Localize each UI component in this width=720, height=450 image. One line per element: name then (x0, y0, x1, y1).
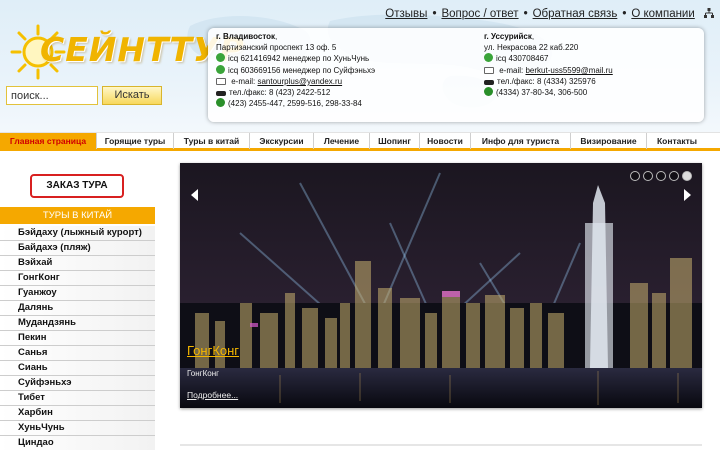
nav-item-china-tours[interactable]: Туры в китай (174, 133, 250, 149)
image-slider: ГонгКонг ГонгКонг Подробнее... (180, 163, 702, 408)
sidebar-item-tibet[interactable]: Тибет (0, 391, 155, 406)
address: Партизанский проспект 13 оф. 5 (216, 43, 337, 53)
mail-icon (216, 77, 226, 85)
sidebar-list: Бэйдаху (лыжный курорт) Байдахэ (пляж) В… (0, 226, 155, 450)
icq-icon (216, 64, 225, 74)
icq-number: icq 603669156 менеджер по Суйфэньхэ (228, 65, 376, 75)
phone-fax: тел./факс: 8 (4334) 325976 (497, 76, 596, 86)
icq-number: icq 621416942 менеджер по ХуньЧунь (228, 54, 370, 64)
phone-icon (216, 98, 225, 108)
search-button[interactable]: Искать (102, 86, 162, 105)
content-divider (180, 444, 702, 446)
search-input[interactable] (6, 86, 98, 105)
nav-item-home[interactable]: Главная страница (0, 133, 97, 149)
nav-item-hot-tours[interactable]: Горящие туры (97, 133, 174, 149)
email-link[interactable]: santourplus@yandex.ru (257, 77, 342, 86)
nav-item-news[interactable]: Новости (420, 133, 471, 149)
email-label: e-mail: (499, 65, 524, 75)
sidebar-item-dalian[interactable]: Далянь (0, 301, 155, 316)
sidebar-item-weihai[interactable]: Вэйхай (0, 256, 155, 271)
sidebar-item-beijing[interactable]: Пекин (0, 331, 155, 346)
header: СЕЙНТТУР Искать Отзывы•Вопрос / ответ•Об… (0, 0, 720, 132)
contacts-ussuriysk: г. Уссурийск, ул. Некрасова 22 каб.220 i… (484, 32, 613, 98)
sidebar-item-qingdao[interactable]: Циндао (0, 436, 155, 450)
sidebar-item-hunchun[interactable]: ХуньЧунь (0, 421, 155, 436)
hongkong-night-skyline-image[interactable] (180, 163, 702, 408)
city-name: г. Уссурийск (484, 32, 532, 41)
city-name: г. Владивосток (216, 32, 276, 41)
sidebar-item-suifenhe[interactable]: Суйфэньхэ (0, 376, 155, 391)
contacts-vladivostok: г. Владивосток, Партизанский проспект 13… (216, 32, 376, 109)
address: ул. Некрасова 22 каб.220 (484, 43, 579, 53)
slider-pagination (630, 171, 692, 181)
slider-dot[interactable] (656, 171, 666, 181)
slider-dot[interactable] (630, 171, 640, 181)
mail-icon (484, 66, 494, 74)
sidebar-item-hongkong[interactable]: ГонгКонг (0, 271, 155, 286)
nav-item-contacts[interactable]: Контакты (647, 133, 707, 149)
sidebar-item-xian[interactable]: Сиань (0, 361, 155, 376)
nav-item-visa[interactable]: Визирование (571, 133, 647, 149)
nav-item-excursions[interactable]: Экскурсии (250, 133, 314, 149)
order-tour-button[interactable]: ЗАКАЗ ТУРА (30, 174, 124, 198)
top-link-reviews[interactable]: Отзывы (385, 8, 427, 20)
sidebar-item-guangzhou[interactable]: Гуанжоу (0, 286, 155, 301)
slider-dot[interactable] (643, 171, 653, 181)
sitemap-icon[interactable] (704, 8, 714, 18)
icq-number: icq 430708467 (496, 54, 549, 64)
nav-item-treatment[interactable]: Лечение (314, 133, 370, 149)
sidebar-item-harbin[interactable]: Харбин (0, 406, 155, 421)
slider-dot-active[interactable] (682, 171, 692, 181)
icq-icon (216, 53, 225, 63)
slide-title-link[interactable]: ГонгКонг (187, 343, 239, 358)
email-link[interactable]: berkut-uss5599@mail.ru (525, 66, 612, 75)
sidebar-heading: ТУРЫ В КИТАЙ (0, 207, 155, 224)
slide-subtitle: ГонгКонг (187, 369, 220, 378)
slider-dot[interactable] (669, 171, 679, 181)
sidebar-item-mudanjiang[interactable]: Мудандзянь (0, 316, 155, 331)
main-nav: Главная страница Горящие туры Туры в кит… (0, 132, 720, 151)
phone-fax: тел./факс: 8 (423) 2422-512 (229, 88, 331, 98)
slide-more-link[interactable]: Подробнее... (187, 390, 238, 400)
sidebar-item-sanya[interactable]: Санья (0, 346, 155, 361)
phones: (4334) 37-80-34, 306-500 (496, 88, 588, 98)
email-label: e-mail: (231, 76, 256, 86)
fax-icon (216, 91, 226, 97)
top-link-faq[interactable]: Вопрос / ответ (441, 8, 518, 20)
top-link-feedback[interactable]: Обратная связь (533, 8, 618, 20)
slider-next-arrow-icon[interactable] (680, 188, 694, 202)
fax-icon (484, 79, 494, 85)
phone-icon (484, 87, 493, 97)
top-links: Отзывы • Вопрос / ответ • Обратная связь • О к… (385, 8, 714, 20)
nav-item-tourist-info[interactable]: Инфо для туриста (471, 133, 571, 149)
slider-prev-arrow-icon[interactable] (188, 188, 202, 202)
sidebar-item-beidaihe[interactable]: Байдахэ (пляж) (0, 241, 155, 256)
nav-item-shopping[interactable]: Шопинг (370, 133, 420, 149)
phones: (423) 2455-447, 2599-516, 298-33-84 (228, 99, 362, 109)
top-link-about[interactable]: О компании (631, 8, 694, 20)
contacts-panel: г. Владивосток, Партизанский проспект 13… (208, 28, 704, 122)
icq-icon (484, 53, 493, 63)
sidebar-item-beidahu[interactable]: Бэйдаху (лыжный курорт) (0, 226, 155, 241)
